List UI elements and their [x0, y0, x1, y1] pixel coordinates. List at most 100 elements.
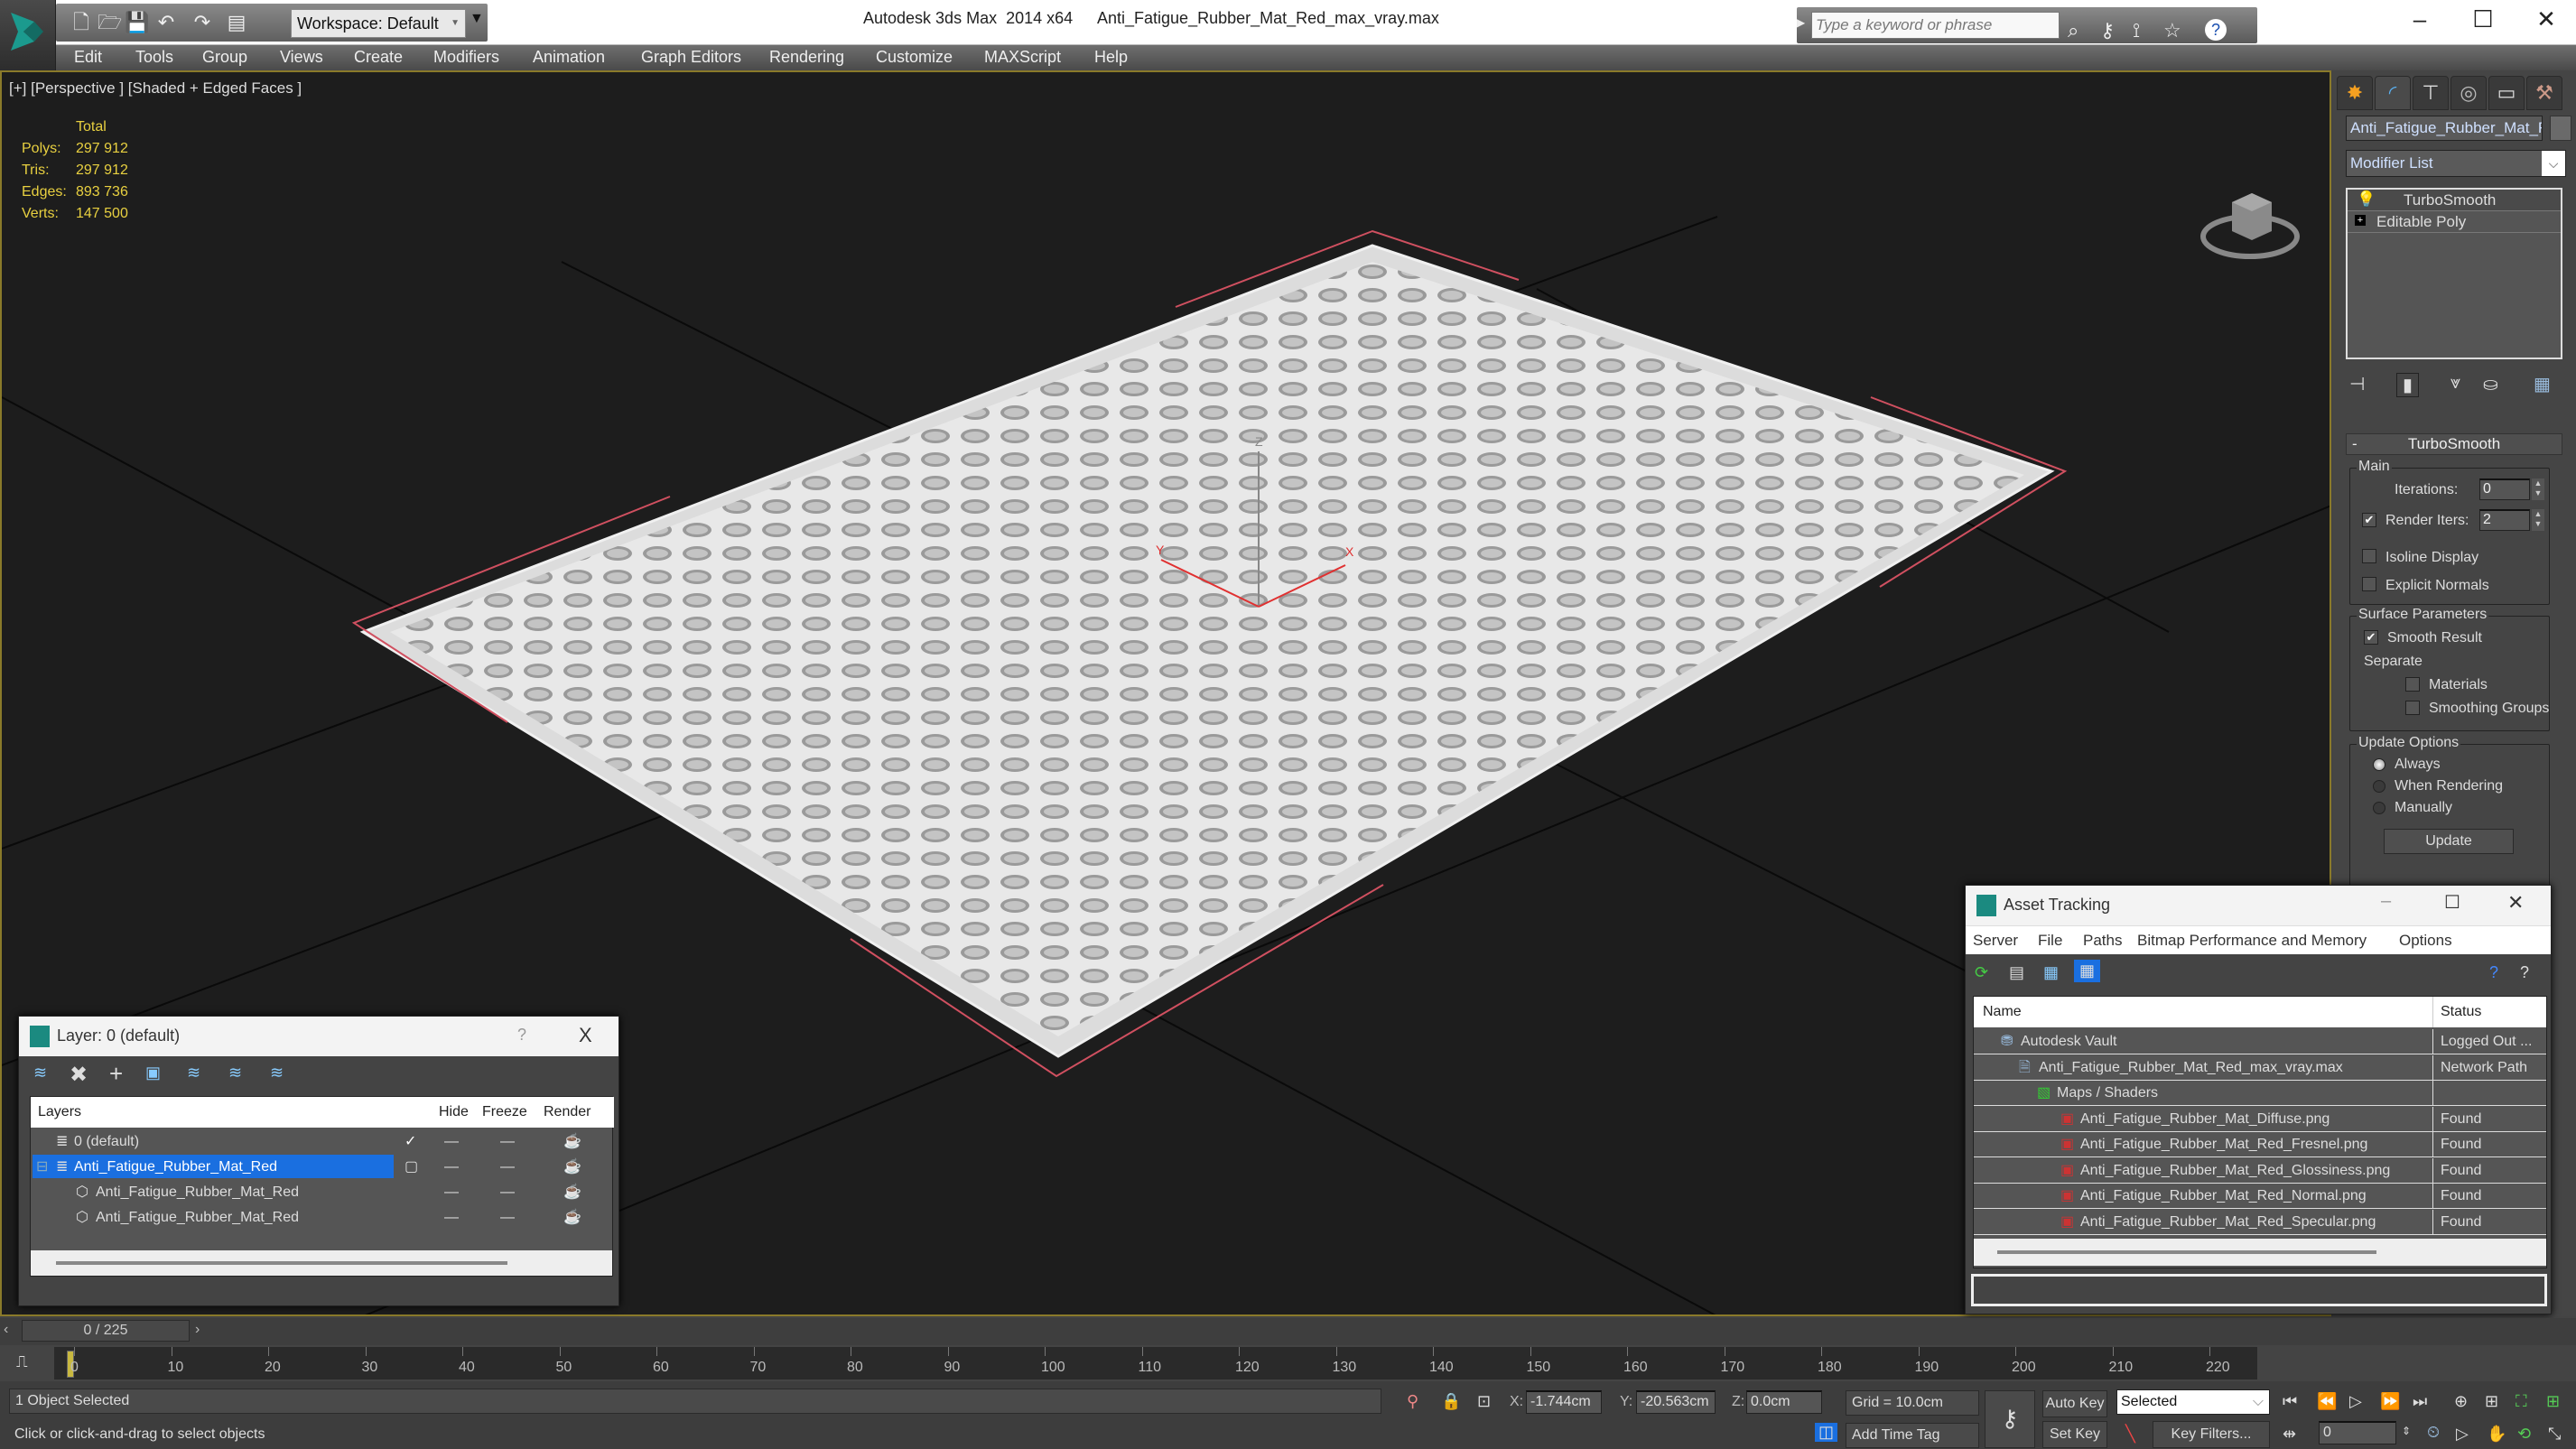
freeze-all-layers-icon[interactable]: ≋: [270, 1064, 284, 1082]
add-to-layer-icon[interactable]: +: [109, 1060, 123, 1088]
freeze-toggle[interactable]: —: [500, 1205, 515, 1231]
pan-view-icon[interactable]: ✋: [2487, 1425, 2506, 1444]
list-view-icon[interactable]: ▤: [2009, 963, 2024, 982]
render-iters-spinner[interactable]: 2: [2479, 509, 2530, 531]
viewcube[interactable]: [2196, 181, 2304, 271]
iterations-spinner[interactable]: 0: [2479, 478, 2530, 500]
go-to-end-icon[interactable]: ⏭: [2413, 1392, 2427, 1411]
horizontal-scrollbar[interactable]: [1974, 1239, 2546, 1266]
maximize-viewport-icon[interactable]: ⤡: [2548, 1425, 2561, 1444]
hide-all-layers-icon[interactable]: ≋: [228, 1064, 242, 1082]
asset-row[interactable]: ▣ Anti_Fatigue_Rubber_Mat_Red_Normal.png F…: [1974, 1184, 2546, 1209]
curve-editor-toggle-icon[interactable]: ⎍: [16, 1352, 28, 1371]
key-icon[interactable]: ⚷: [2100, 19, 2115, 42]
help-button[interactable]: ?: [517, 1026, 526, 1045]
track-bar[interactable]: 0 10 20 30 40 50 60 70 80 90 100 110 120 130 140 150 160…: [54, 1347, 2257, 1379]
make-active-toggle[interactable]: ▢: [405, 1155, 418, 1180]
key-mode-dropdown[interactable]: Selected ⌵: [2116, 1389, 2270, 1415]
column-hide[interactable]: Hide: [439, 1097, 469, 1128]
render-teapot-icon[interactable]: ☕: [563, 1180, 581, 1205]
render-teapot-icon[interactable]: ☕: [563, 1155, 581, 1180]
menu-server[interactable]: Server: [1973, 932, 2018, 950]
toolbar-overflow-icon[interactable]: ▼: [470, 11, 484, 27]
time-configuration-icon[interactable]: ⏲: [2427, 1423, 2440, 1442]
lightbulb-icon[interactable]: 💡: [2357, 190, 2376, 209]
menu-customize[interactable]: Customize: [876, 48, 953, 67]
object-color-swatch[interactable]: [2550, 116, 2571, 141]
modifier-list-dropdown[interactable]: Modifier List ⌵: [2346, 150, 2566, 177]
close-button[interactable]: ✕: [2507, 891, 2524, 915]
current-frame-field[interactable]: 0: [2319, 1421, 2396, 1444]
y-coordinate-field[interactable]: -20.563cm: [1636, 1390, 1716, 1414]
freeze-toggle[interactable]: —: [500, 1180, 515, 1205]
object-row[interactable]: ⬡ Anti_Fatigue_Rubber_Mat_Red — — ☕: [31, 1205, 614, 1231]
layer-dialog-titlebar[interactable]: Layer: 0 (default) ? X: [19, 1017, 618, 1056]
asset-row[interactable]: ⛃ Autodesk Vault Logged Out ...: [1974, 1029, 2546, 1054]
materials-checkbox[interactable]: [2405, 677, 2420, 692]
help-icon[interactable]: ?: [2489, 963, 2498, 982]
make-unique-icon[interactable]: ⩔: [2450, 373, 2460, 394]
smoothing-groups-checkbox[interactable]: [2405, 701, 2420, 715]
create-tab-icon[interactable]: ✸: [2337, 76, 2373, 110]
column-render[interactable]: Render: [544, 1097, 591, 1128]
app-menu-button[interactable]: [0, 0, 56, 70]
workspace-dropdown[interactable]: Workspace: Default ▼: [291, 9, 466, 38]
expand-arrow-icon[interactable]: ▶: [1797, 16, 1805, 29]
menu-views[interactable]: Views: [280, 48, 323, 67]
stack-item-editable-poly[interactable]: + Editable Poly: [2348, 211, 2561, 233]
maximize-button[interactable]: ☐: [2465, 5, 2501, 33]
menu-bitmap-performance[interactable]: Bitmap Performance and Memory: [2137, 932, 2367, 950]
star-icon[interactable]: ☆: [2163, 19, 2181, 42]
minimize-button[interactable]: –: [2402, 5, 2438, 33]
zoom-all-icon[interactable]: ⊞: [2485, 1392, 2498, 1411]
modify-tab-icon[interactable]: ◜: [2375, 76, 2411, 110]
binoculars-icon[interactable]: ⌕: [2068, 19, 2078, 42]
isolate-selection-icon[interactable]: ⚲: [1407, 1392, 1418, 1411]
layer-row[interactable]: ⊟ ≣ Anti_Fatigue_Rubber_Mat_Red ▢ — — ☕: [31, 1155, 614, 1180]
hide-toggle[interactable]: —: [444, 1205, 459, 1231]
remove-modifier-icon[interactable]: ⛀: [2483, 373, 2498, 395]
horizontal-scrollbar[interactable]: [31, 1250, 612, 1276]
z-coordinate-field[interactable]: 0.0cm: [1746, 1390, 1822, 1414]
menu-tools[interactable]: Tools: [135, 48, 173, 67]
menu-paths[interactable]: Paths: [2083, 932, 2122, 950]
isoline-display-checkbox[interactable]: [2362, 549, 2376, 563]
utilities-tab-icon[interactable]: ⚒: [2526, 76, 2562, 110]
column-freeze[interactable]: Freeze: [482, 1097, 527, 1128]
auto-key-button[interactable]: Auto Key: [2042, 1390, 2107, 1417]
scrollbar-thumb[interactable]: [56, 1261, 507, 1265]
context-help-icon[interactable]: ?: [2520, 963, 2529, 982]
menu-options[interactable]: Options: [2399, 932, 2452, 950]
open-file-icon[interactable]: 🗁: [98, 11, 122, 34]
render-teapot-icon[interactable]: ☕: [563, 1129, 581, 1155]
add-time-tag-button[interactable]: Add Time Tag: [1846, 1423, 1979, 1448]
time-slider[interactable]: ‹ 0 / 225 ›: [0, 1318, 2576, 1345]
asset-row[interactable]: 🗎 Anti_Fatigue_Rubber_Mat_Red_max_vray.ma…: [1974, 1054, 2546, 1081]
satellite-icon[interactable]: ⟟: [2133, 19, 2140, 42]
close-button[interactable]: ✕: [2528, 5, 2564, 33]
menu-animation[interactable]: Animation: [533, 48, 605, 67]
object-name-field[interactable]: Anti_Fatigue_Rubber_Mat_Red: [2346, 116, 2543, 141]
stack-item-turbosmooth[interactable]: 💡 TurboSmooth: [2348, 190, 2561, 211]
delete-layer-icon[interactable]: ✖: [70, 1062, 88, 1088]
when-rendering-radio[interactable]: [2373, 780, 2385, 793]
viewport-label[interactable]: [+] [Perspective ] [Shaded + Edged Faces…: [9, 79, 302, 98]
zoom-extents-icon[interactable]: ⛶: [2516, 1392, 2527, 1411]
motion-tab-icon[interactable]: ◎: [2450, 76, 2487, 110]
expand-plus-icon[interactable]: +: [2355, 215, 2366, 226]
menu-create[interactable]: Create: [354, 48, 403, 67]
smooth-result-checkbox[interactable]: ✔: [2364, 630, 2378, 645]
key-tangent-icon[interactable]: ╲: [2125, 1425, 2135, 1444]
menu-help[interactable]: Help: [1094, 48, 1128, 67]
help-icon[interactable]: ?: [2205, 19, 2227, 41]
freeze-toggle[interactable]: —: [500, 1155, 515, 1180]
next-frame-icon[interactable]: ⏩: [2380, 1392, 2400, 1411]
scrollbar-thumb[interactable]: [1997, 1250, 2376, 1254]
zoom-icon[interactable]: ⊕: [2454, 1392, 2468, 1411]
time-slider-thumb[interactable]: 0 / 225: [22, 1320, 190, 1342]
active-check-icon[interactable]: ✓: [405, 1129, 416, 1155]
asset-row[interactable]: ▣ Anti_Fatigue_Rubber_Mat_Red_Glossiness.…: [1974, 1157, 2546, 1184]
frame-spinner-arrows[interactable]: ⇕: [2402, 1425, 2411, 1437]
layer-row[interactable]: ≣ 0 (default) ✓ — — ☕: [31, 1129, 614, 1155]
show-end-result-icon[interactable]: ▮: [2396, 373, 2420, 397]
